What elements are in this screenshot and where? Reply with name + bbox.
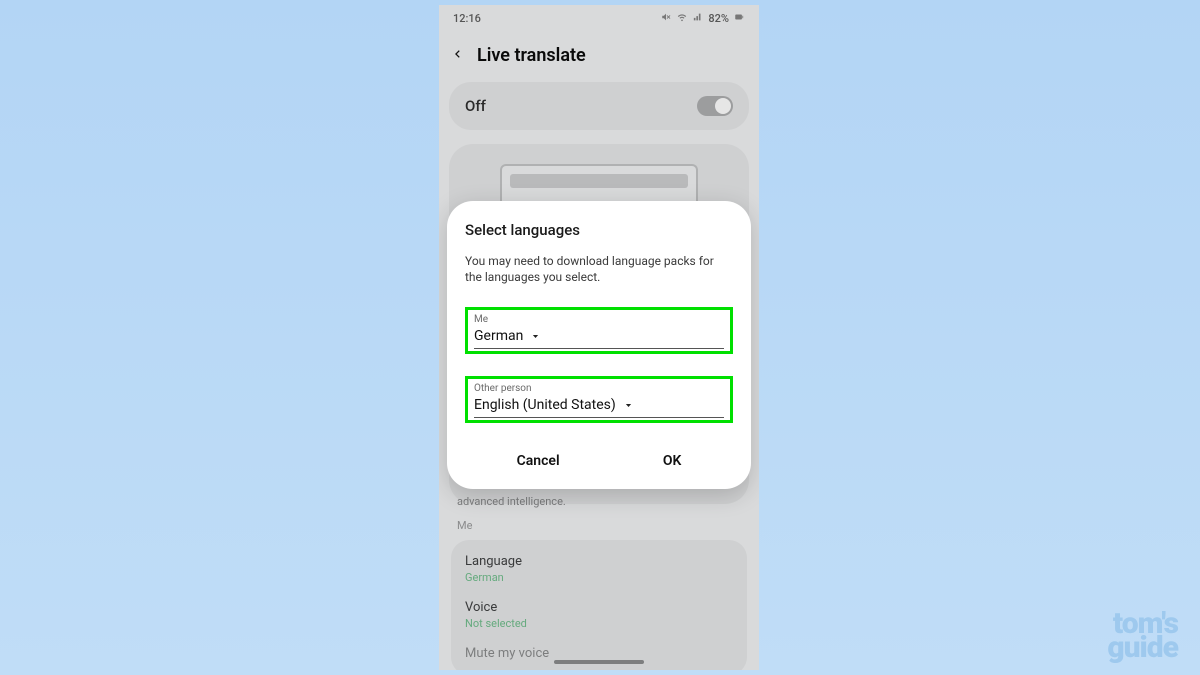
mute-icon [660,12,672,25]
chevron-down-icon [531,326,540,345]
settings-below: advanced intelligence. Me Language Germa… [439,495,759,670]
watermark-line2: guide [1107,636,1178,661]
chevron-down-icon [624,395,633,414]
setting-title: Voice [465,600,733,615]
toggle-label: Off [465,97,486,115]
ok-button[interactable]: OK [643,445,702,477]
field-value: English (United States) [474,397,616,413]
dialog-description: You may need to download language packs … [465,253,733,285]
dropdown-me[interactable]: German [474,326,724,349]
setting-mute[interactable]: Mute my voice [463,638,735,669]
back-icon[interactable] [453,46,463,66]
setting-value: Not selected [465,617,733,630]
wifi-icon [676,12,688,25]
dialog-title: Select languages [465,221,733,239]
dropdown-other[interactable]: English (United States) [474,395,724,418]
settings-list: Language German Voice Not selected Mute … [451,540,747,670]
language-field-me[interactable]: Me German [465,307,733,354]
field-label: Me [474,314,724,325]
toggle-switch[interactable] [697,96,733,116]
phone-screen: 12:16 82% Live translate Off [439,5,759,670]
section-label-me: Me [457,519,741,532]
page-header: Live translate [439,31,759,82]
gesture-bar [554,660,644,664]
status-time: 12:16 [453,12,481,25]
language-field-other[interactable]: Other person English (United States) [465,376,733,423]
page-title: Live translate [477,45,586,66]
status-bar: 12:16 82% [439,5,759,31]
status-right: 82% [660,12,745,25]
master-toggle-row[interactable]: Off [449,82,749,130]
cancel-button[interactable]: Cancel [497,445,580,477]
battery-text: 82% [708,12,729,25]
setting-language[interactable]: Language German [463,546,735,592]
feature-description-tail: advanced intelligence. [457,495,741,509]
signal-icon [692,12,704,25]
battery-icon [733,12,745,25]
setting-value: German [465,571,733,584]
field-label: Other person [474,383,724,394]
dialog-button-row: Cancel OK [465,439,733,477]
setting-voice[interactable]: Voice Not selected [463,592,735,638]
setting-title: Language [465,554,733,569]
watermark-logo: tom's guide [1107,612,1178,661]
select-languages-dialog: Select languages You may need to downloa… [447,201,751,489]
field-value: German [474,328,523,344]
